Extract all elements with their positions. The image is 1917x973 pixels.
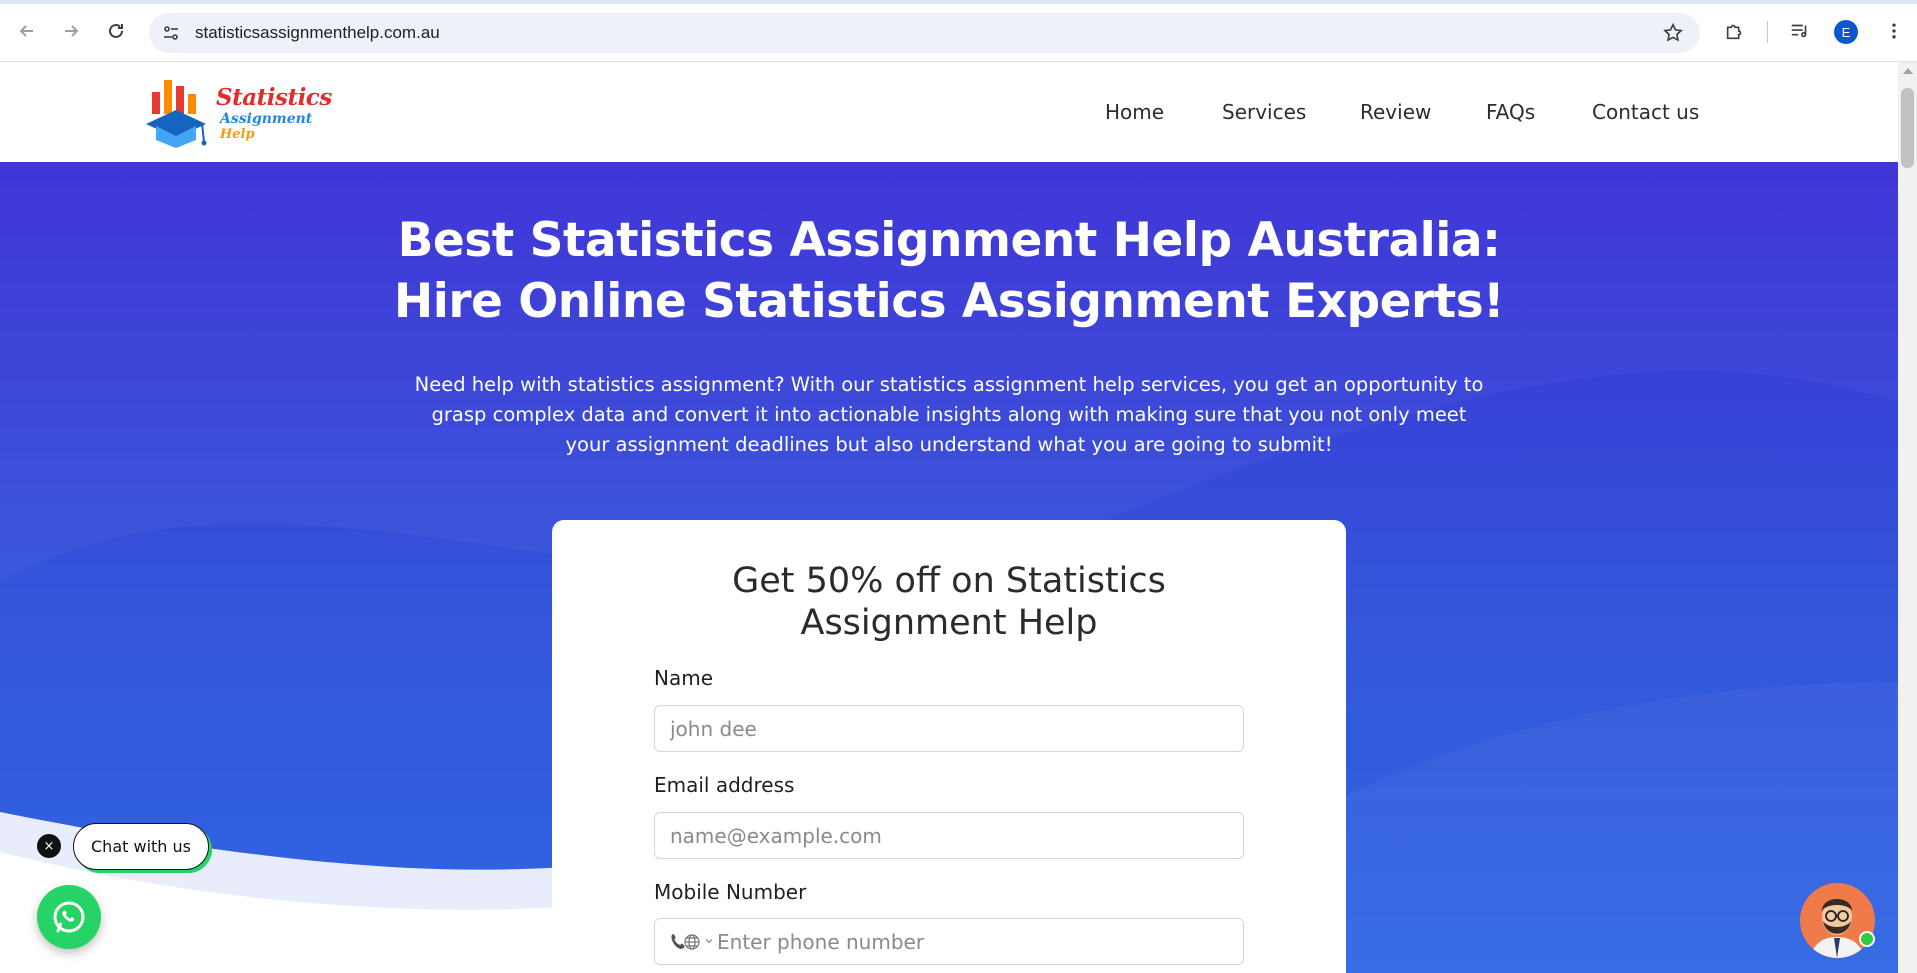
hero-title-line-2: Hire Online Statistics Assignment Expert… — [393, 274, 1505, 329]
email-input[interactable] — [654, 812, 1244, 859]
nav-contact-us[interactable]: Contact us — [1592, 100, 1699, 124]
name-label: Name — [654, 666, 714, 690]
nav-review[interactable]: Review — [1360, 100, 1431, 124]
logo-text-assignment: Assignment — [220, 111, 313, 127]
logo-text-statistics: Statistics — [216, 84, 332, 111]
url-text[interactable]: statisticsassignmenthelp.com.au — [195, 23, 440, 43]
browser-toolbar: statisticsassignmenthelp.com.au E — [0, 0, 1917, 62]
hero-title: Best Statistics Assignment Help Australi… — [0, 210, 1898, 332]
chat-with-us-button[interactable]: Chat with us — [73, 823, 209, 870]
site-logo[interactable]: Statistics Assignment Help — [142, 74, 342, 152]
mobile-field — [654, 918, 1244, 965]
globe-icon[interactable] — [683, 933, 701, 951]
form-title: Get 50% off on Statistics Assignment Hel… — [552, 560, 1346, 644]
hero-subtitle: Need help with statistics assignment? Wi… — [414, 373, 1484, 456]
support-agent-avatar[interactable] — [1800, 883, 1875, 958]
media-controls-icon[interactable] — [1788, 19, 1812, 43]
agent-illustration-icon — [1810, 899, 1865, 958]
forward-arrow-icon[interactable] — [57, 17, 85, 45]
kebab-menu-icon[interactable] — [1882, 19, 1906, 43]
scrollbar-thumb[interactable] — [1901, 88, 1914, 168]
bookmark-star-icon[interactable] — [1662, 22, 1684, 44]
site-header: Statistics Assignment Help Home Services… — [0, 62, 1898, 162]
name-input[interactable] — [654, 705, 1244, 752]
whatsapp-button[interactable] — [37, 885, 101, 949]
mobile-label: Mobile Number — [654, 880, 807, 904]
extensions-puzzle-icon[interactable] — [1723, 19, 1747, 43]
discount-form-card: Get 50% off on Statistics Assignment Hel… — [552, 520, 1346, 973]
site-settings-icon[interactable] — [161, 23, 181, 43]
logo-text-help: Help — [220, 127, 255, 142]
logo-graphic-icon — [146, 80, 207, 148]
address-bar[interactable]: statisticsassignmenthelp.com.au — [149, 13, 1700, 53]
nav-services[interactable]: Services — [1222, 100, 1306, 124]
nav-faqs[interactable]: FAQs — [1486, 100, 1535, 124]
scroll-up-arrow-icon[interactable] — [1903, 68, 1913, 74]
reload-icon[interactable] — [102, 17, 130, 45]
mobile-input[interactable] — [717, 919, 1237, 964]
page-scrollbar[interactable] — [1898, 62, 1917, 973]
country-chevron-down-icon[interactable] — [705, 937, 713, 945]
profile-avatar[interactable]: E — [1834, 20, 1858, 44]
whatsapp-icon — [53, 901, 85, 933]
nav-home[interactable]: Home — [1105, 100, 1164, 124]
form-title-line-1: Get 50% off on Statistics — [732, 561, 1166, 601]
tab-strip-edge — [0, 0, 1917, 4]
toolbar-separator — [1767, 21, 1768, 43]
form-title-line-2: Assignment Help — [800, 603, 1098, 643]
email-label: Email address — [654, 773, 795, 797]
hero-title-line-1: Best Statistics Assignment Help Australi… — [397, 213, 1501, 268]
online-status-dot — [1859, 931, 1875, 947]
back-arrow-icon[interactable] — [13, 17, 41, 45]
chat-close-icon[interactable]: × — [37, 834, 61, 858]
